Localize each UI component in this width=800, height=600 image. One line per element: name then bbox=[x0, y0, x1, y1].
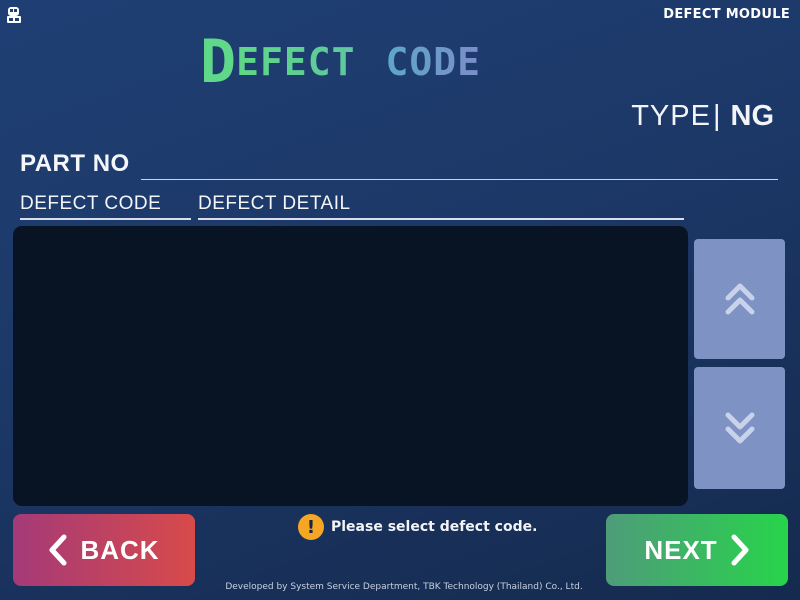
part-no-field[interactable]: PART NO bbox=[20, 150, 778, 182]
type-value: NG bbox=[730, 100, 775, 132]
column-header-defect-code: DEFECT CODE bbox=[20, 193, 191, 220]
page-title: DEFECT CODE bbox=[200, 32, 630, 102]
next-label: NEXT bbox=[644, 534, 718, 565]
scroll-down-button[interactable] bbox=[694, 367, 785, 489]
chevron-right-icon bbox=[731, 534, 749, 566]
chevron-left-icon bbox=[49, 534, 67, 566]
defect-code-list[interactable] bbox=[13, 226, 688, 506]
back-label: BACK bbox=[80, 534, 160, 565]
status-text: Please select defect code. bbox=[331, 519, 538, 535]
next-button[interactable]: NEXT bbox=[606, 514, 788, 586]
back-button[interactable]: BACK bbox=[13, 514, 195, 586]
type-divider: | bbox=[712, 100, 721, 132]
module-label: DEFECT MODULE bbox=[663, 7, 790, 22]
column-header-defect-detail: DEFECT DETAIL bbox=[198, 193, 684, 220]
double-chevron-up-icon bbox=[725, 283, 754, 315]
app-icon[interactable] bbox=[6, 6, 22, 24]
warning-icon: ! bbox=[298, 514, 324, 540]
title-word-code: CODE bbox=[385, 40, 482, 84]
part-no-label: PART NO bbox=[20, 150, 130, 177]
scroll-up-button[interactable] bbox=[694, 239, 785, 359]
title-word-defect: EFECT bbox=[236, 40, 356, 84]
type-indicator: TYPE| NG bbox=[631, 100, 774, 133]
part-no-underline bbox=[141, 179, 778, 180]
title-initial: D bbox=[200, 27, 237, 97]
type-label: TYPE bbox=[631, 100, 711, 132]
double-chevron-down-icon bbox=[725, 412, 754, 444]
footer-credit: Developed by System Service Department, … bbox=[225, 582, 583, 592]
status-message: ! Please select defect code. bbox=[298, 514, 537, 540]
